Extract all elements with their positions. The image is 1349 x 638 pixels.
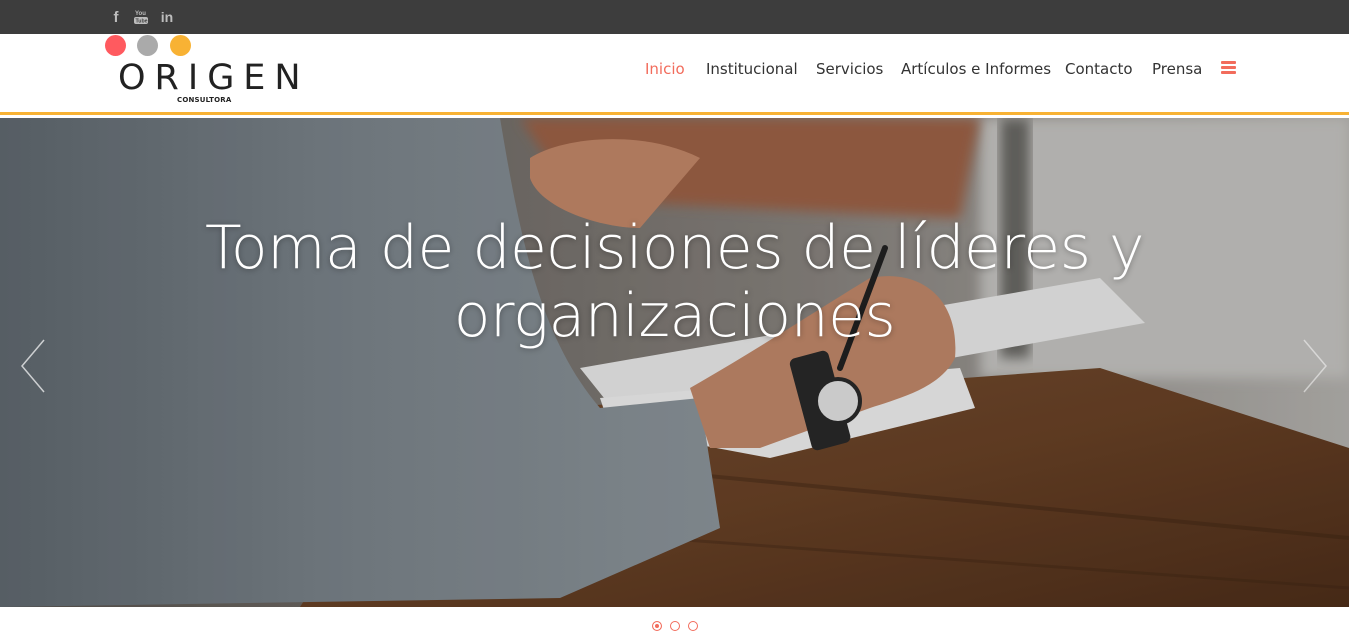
slider-next-arrow-icon[interactable] [1300, 338, 1330, 394]
hero-title: Toma de decisiones de líderes y organiza… [0, 214, 1349, 350]
hero-background-image [0, 118, 1349, 607]
brand-logo[interactable]: ORIGEN CONSULTORA [104, 34, 319, 112]
brand-name: ORIGEN [118, 58, 310, 98]
slider-indicator-1[interactable] [652, 621, 662, 631]
logo-dot-red [105, 35, 126, 56]
slider-indicator-2[interactable] [670, 621, 680, 631]
site-header: ORIGEN CONSULTORA Inicio Institucional S… [0, 34, 1349, 115]
slider-prev-arrow-icon[interactable] [18, 338, 48, 394]
nav-item-institucional[interactable]: Institucional [706, 60, 798, 78]
brand-tagline: CONSULTORA [177, 96, 232, 104]
logo-dot-yellow [170, 35, 191, 56]
youtube-icon[interactable]: You Tube [133, 8, 149, 26]
slider-indicators [652, 621, 698, 631]
nav-item-articulos-e-informes[interactable]: Artículos e Informes [901, 60, 1051, 78]
slider-indicator-3[interactable] [688, 621, 698, 631]
hero-title-line-1: Toma de decisiones de líderes y [204, 213, 1145, 283]
hamburger-menu-icon[interactable] [1221, 61, 1236, 74]
svg-text:You: You [135, 11, 146, 17]
linkedin-icon[interactable]: in [159, 8, 175, 26]
hero-slider: Toma de decisiones de líderes y organiza… [0, 118, 1349, 607]
nav-item-servicios[interactable]: Servicios [816, 60, 883, 78]
facebook-icon[interactable]: f [110, 8, 122, 26]
nav-item-prensa[interactable]: Prensa [1152, 60, 1202, 78]
nav-item-inicio[interactable]: Inicio [645, 60, 685, 78]
nav-item-contacto[interactable]: Contacto [1065, 60, 1133, 78]
svg-text:Tube: Tube [136, 19, 148, 25]
top-social-bar: f You Tube in [0, 0, 1349, 34]
logo-dot-grey [137, 35, 158, 56]
hero-title-line-2: organizaciones [453, 281, 896, 351]
